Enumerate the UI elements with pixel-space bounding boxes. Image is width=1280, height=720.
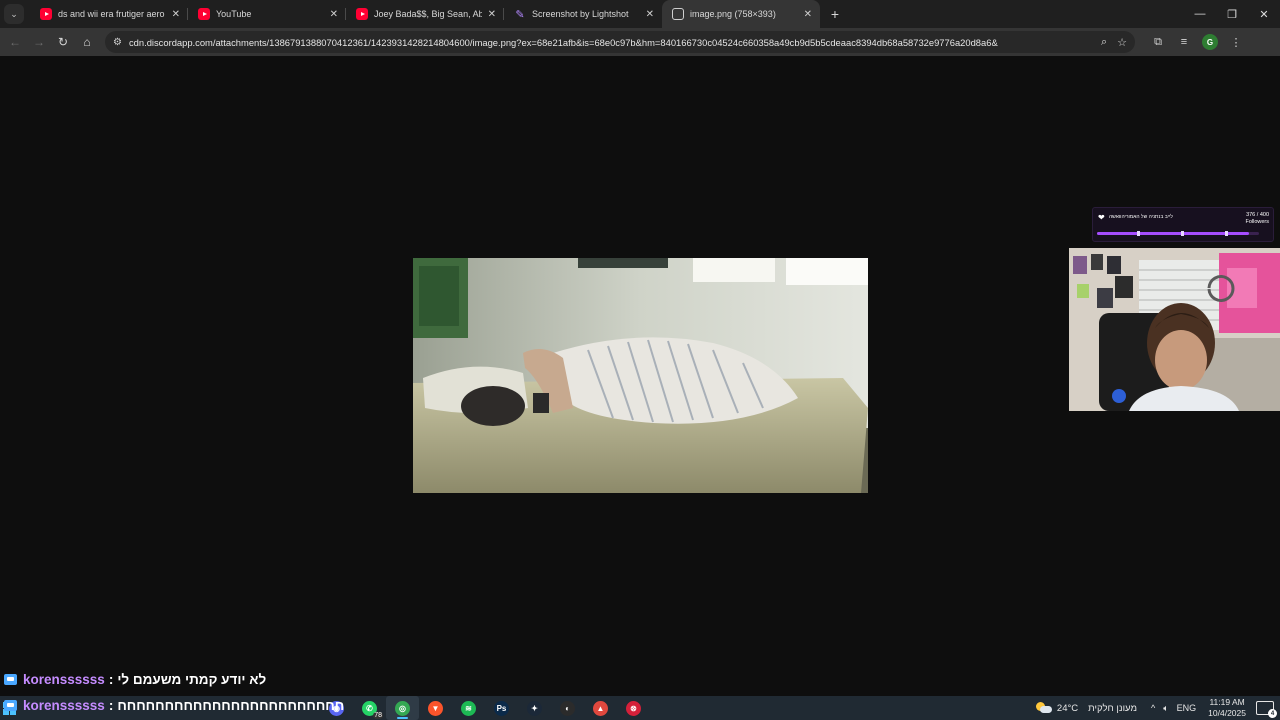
show-hidden-icons-chevron-icon[interactable]: ^: [1151, 703, 1155, 713]
notification-count: 4: [1268, 709, 1277, 718]
chat-message: korenssssss : לא יודע קמתי משעמם לי: [4, 672, 266, 687]
url-text[interactable]: cdn.discordapp.com/attachments/138679138…: [129, 37, 1091, 48]
app-glyph: Ps: [494, 700, 509, 716]
browser-tab[interactable]: YouTube ✕: [188, 0, 346, 28]
system-tray: 24°C מעונן חלקית ^ 🔈︎ ENG 11:19 AM 10/4/…: [1035, 696, 1280, 720]
screen: ⌄ ds and wii era frutiger aero ✕ YouTube ✕ J…: [0, 0, 1280, 720]
progress-marker: [1137, 231, 1140, 236]
clock[interactable]: 11:19 AM 10/4/2025: [1208, 697, 1246, 718]
tool-icon[interactable]: ▲: [584, 696, 617, 720]
tab-title: YouTube: [216, 9, 252, 19]
notifications-icon[interactable]: 4: [1256, 701, 1277, 718]
tab-title: ds and wii era frutiger aero: [58, 9, 165, 19]
youtube-icon: [356, 8, 368, 20]
app-glyph: ≋: [461, 700, 476, 716]
follower-label: Followers: [1245, 218, 1269, 225]
image-viewer: ❤ לייב בנתניה של האמוריהוואשה 376 / 400 …: [0, 56, 1280, 696]
close-window-icon[interactable]: ✕: [1248, 0, 1280, 28]
heart-icon: ❤: [1098, 213, 1105, 222]
youtube-icon: [198, 8, 210, 20]
tab-close-icon[interactable]: ✕: [488, 9, 496, 20]
weather-partly-cloudy-icon[interactable]: [1035, 702, 1052, 714]
profile-avatar[interactable]: G: [1202, 34, 1218, 50]
tabs: ds and wii era frutiger aero ✕ YouTube ✕ Joe…: [30, 0, 820, 28]
follower-goal-widget: ❤ לייב בנתניה של האמוריהוואשה 376 / 400 …: [1092, 207, 1274, 242]
browser-toolbar: ← → ↻ ⌂ ⚙ cdn.discordapp.com/attachments…: [0, 28, 1280, 56]
app-glyph: ◎: [395, 700, 410, 716]
weather-temp[interactable]: 24°C: [1057, 703, 1078, 714]
progress-marker: [1225, 231, 1228, 236]
chat-text: לא יודע קמתי משעמם לי: [117, 672, 267, 687]
youtube-icon: [40, 8, 52, 20]
chat-username: korenssssss: [23, 672, 105, 687]
app-glyph: ▼: [428, 700, 443, 716]
chat-badge-icon: [4, 700, 17, 711]
whatsapp-icon[interactable]: ✆ 78: [353, 696, 386, 720]
app-badge: 78: [373, 712, 383, 719]
home-icon[interactable]: ⌂: [75, 30, 99, 54]
follower-count: 376 / 400: [1246, 212, 1269, 218]
app-glyph: ◐: [560, 700, 575, 716]
minimize-icon[interactable]: —: [1184, 0, 1216, 28]
tab-search-chevron-icon[interactable]: ⌄: [4, 4, 24, 24]
chat-username: korenssssss: [23, 698, 105, 713]
follower-goal-count: 376 / 400 Followers: [1245, 212, 1269, 225]
app-glyph: ▲: [593, 700, 608, 716]
photoshop-icon[interactable]: Ps: [485, 696, 518, 720]
app-glyph: ⊗: [626, 700, 641, 716]
site-info-icon[interactable]: ⚙: [113, 37, 122, 48]
volume-icon[interactable]: 🔈︎: [1163, 703, 1168, 714]
follower-goal-title: לייב בנתניה של האמוריהוואשה: [1109, 214, 1173, 220]
restore-icon[interactable]: ❐: [1216, 0, 1248, 28]
taskbar-apps: ◉ ✆ 78 ◎ ▼ ≋ Ps ✦ ◐ ▲ ⊗: [320, 696, 650, 720]
clock-date: 10/4/2025: [1208, 708, 1246, 718]
address-bar[interactable]: ⚙ cdn.discordapp.com/attachments/1386791…: [105, 31, 1135, 53]
browser-tab[interactable]: ds and wii era frutiger aero ✕: [30, 0, 188, 28]
tab-title: image.png (758×393): [690, 9, 776, 19]
window-controls: — ❐ ✕: [1184, 0, 1280, 28]
bedroom-photo: [413, 258, 868, 493]
language-indicator[interactable]: ENG: [1177, 703, 1197, 713]
tab-title: Joey Bada$$, Big Sean, Ab-Soul: [374, 9, 482, 19]
browser-tab[interactable]: ✎ Screenshot by Lightshot ✕: [504, 0, 662, 28]
extensions-icon[interactable]: ⧉: [1145, 36, 1171, 49]
globe-icon: [672, 8, 684, 20]
progress-marker: [1181, 231, 1184, 236]
streamer-webcam: [1069, 248, 1280, 411]
tab-close-icon[interactable]: ✕: [646, 9, 654, 20]
back-arrow-icon[interactable]: ←: [3, 30, 27, 54]
tab-close-icon[interactable]: ✕: [172, 9, 180, 20]
new-tab-button[interactable]: +: [824, 3, 846, 25]
reload-icon[interactable]: ↻: [51, 30, 75, 54]
app-glyph: ✦: [527, 700, 542, 716]
chat-text: חחחחחחחחחחחחחחחחחחחחחחחח: [117, 698, 345, 713]
zoom-icon[interactable]: ⌕: [1101, 36, 1107, 49]
chat-badge-icon: [4, 674, 17, 685]
chat-separator: :: [108, 698, 114, 713]
brave-icon[interactable]: ▼: [419, 696, 452, 720]
spotify-icon[interactable]: ≋: [452, 696, 485, 720]
media-controls-icon[interactable]: ≡: [1171, 36, 1197, 48]
tab-title: Screenshot by Lightshot: [532, 9, 629, 19]
follower-progress-bar: [1097, 232, 1259, 235]
chat-message: korenssssss : חחחחחחחחחחחחחחחחחחחחחחחח: [4, 698, 344, 713]
weather-condition[interactable]: מעונן חלקית: [1088, 703, 1137, 714]
browser-tab[interactable]: Joey Bada$$, Big Sean, Ab-Soul ✕: [346, 0, 504, 28]
app-red-icon[interactable]: ⊗: [617, 696, 650, 720]
chat-separator: :: [108, 672, 114, 687]
toolbar-actions: ⧉ ≡ G ⋮: [1145, 34, 1249, 50]
tab-close-icon[interactable]: ✕: [330, 9, 338, 20]
tab-strip: ⌄ ds and wii era frutiger aero ✕ YouTube ✕ J…: [0, 0, 1280, 28]
clock-time: 11:19 AM: [1209, 697, 1245, 708]
chrome-icon[interactable]: ◎: [386, 696, 419, 720]
forward-arrow-icon[interactable]: →: [27, 30, 51, 54]
browser-tab[interactable]: image.png (758×393) ✕: [662, 0, 820, 28]
lightshot-icon: ✎: [515, 8, 525, 21]
obs-icon[interactable]: ◐: [551, 696, 584, 720]
bookmark-star-icon[interactable]: ☆: [1117, 36, 1127, 49]
menu-kebab-icon[interactable]: ⋮: [1223, 36, 1249, 49]
tab-close-icon[interactable]: ✕: [804, 9, 812, 20]
steam-icon[interactable]: ✦: [518, 696, 551, 720]
